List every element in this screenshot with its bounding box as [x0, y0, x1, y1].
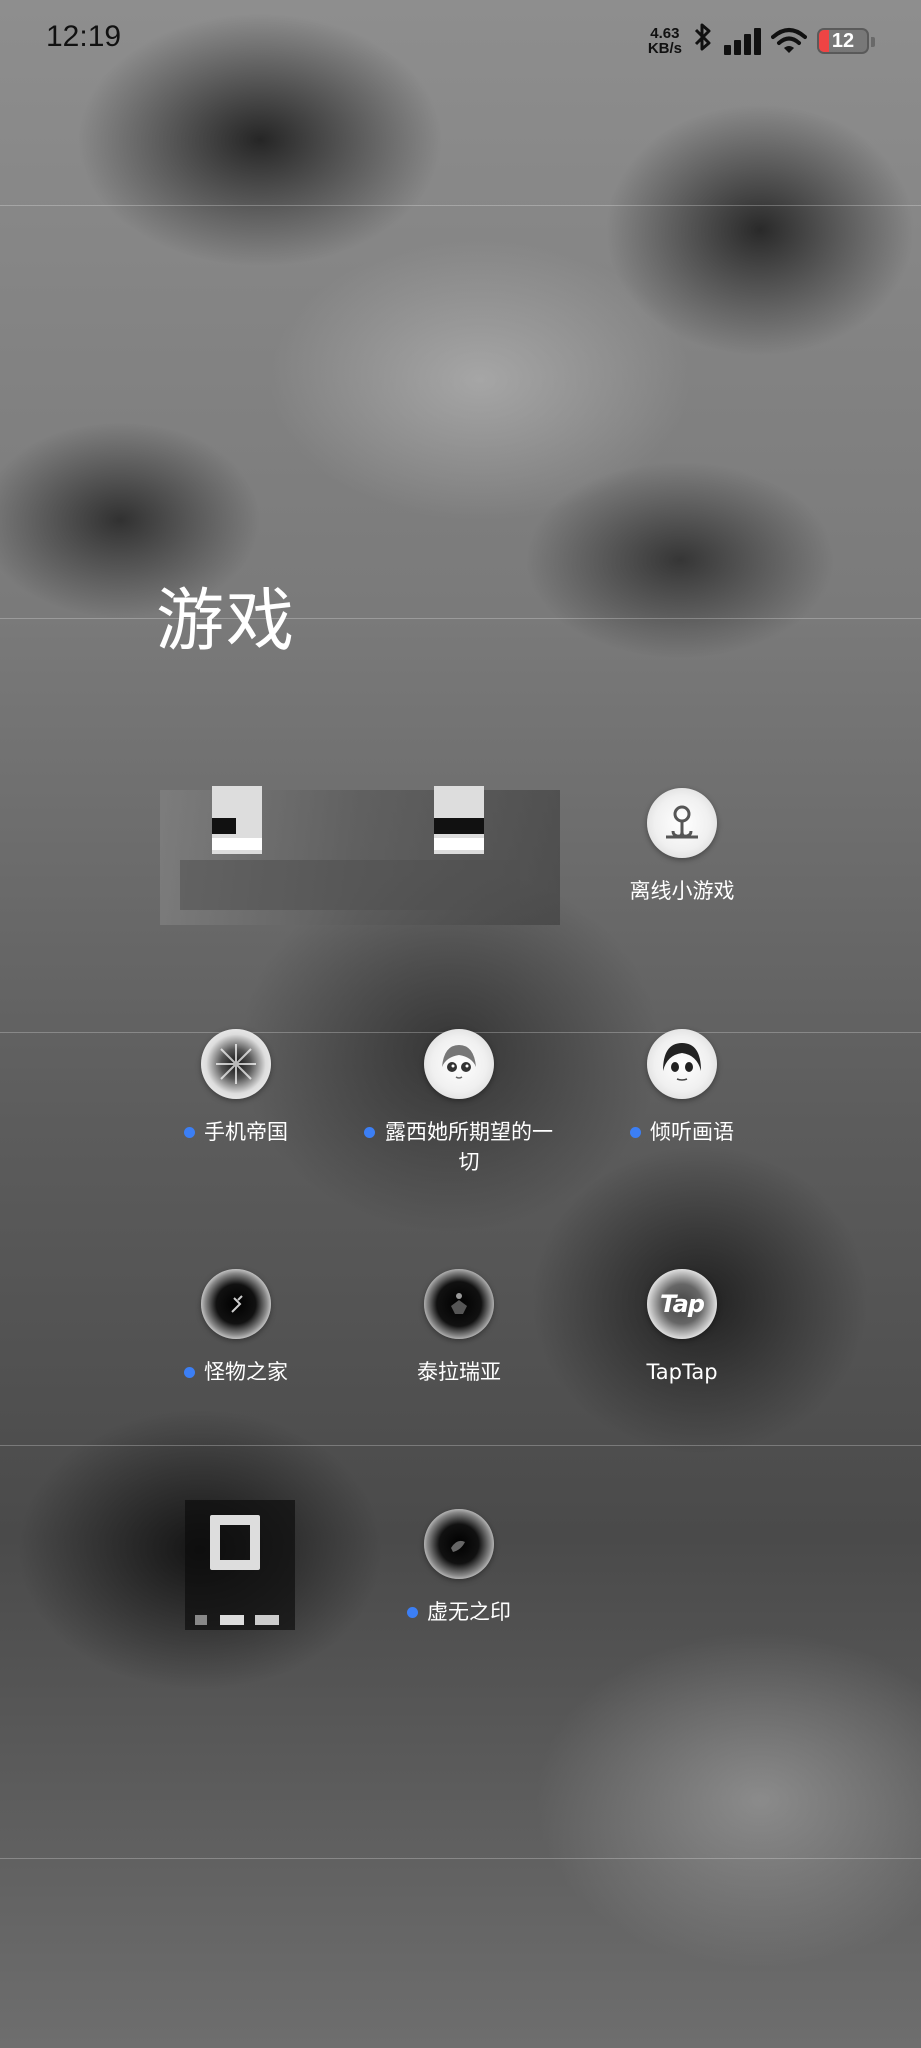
app-label-text: 离线小游戏	[629, 879, 735, 903]
app-mobile-empire[interactable]: 手机帝国	[125, 1029, 347, 1147]
app-taptap[interactable]: Tap TapTap	[571, 1269, 793, 1387]
mobile-empire-icon	[201, 1029, 271, 1099]
divider	[0, 1445, 921, 1446]
app-label-text: TapTap	[646, 1360, 718, 1384]
void-seal-icon	[424, 1509, 494, 1579]
divider	[0, 618, 921, 619]
folder-title: 游戏	[156, 582, 297, 661]
divider	[0, 1858, 921, 1859]
app-label: 虚无之印	[407, 1597, 511, 1627]
bluetooth-icon	[692, 22, 714, 59]
app-label-text: 怪物之家	[204, 1360, 288, 1384]
battery-level: 12	[831, 29, 855, 52]
new-indicator-dot	[184, 1367, 195, 1378]
battery-icon: 12	[817, 27, 875, 54]
new-indicator-dot	[364, 1127, 375, 1138]
app-void-seal[interactable]: 虚无之印	[348, 1509, 570, 1627]
app-label-text: 虚无之印	[427, 1600, 511, 1624]
app-label-text: 倾听画语	[650, 1120, 734, 1144]
new-indicator-dot	[630, 1127, 641, 1138]
app-listen-painting[interactable]: 倾听画语	[571, 1029, 793, 1147]
app-label: 泰拉瑞亚	[417, 1357, 501, 1387]
status-time: 12:19	[46, 20, 122, 53]
app-terraria[interactable]: 泰拉瑞亚	[348, 1269, 570, 1387]
app-label: 倾听画语	[630, 1117, 734, 1147]
app-offline-games[interactable]: 离线小游戏	[571, 788, 793, 906]
divider	[0, 205, 921, 206]
app-label-text: 露西她所期望的一切	[385, 1120, 553, 1174]
taptap-icon: Tap	[647, 1269, 717, 1339]
monster-home-icon	[201, 1269, 271, 1339]
network-speed-unit: KB/s	[647, 39, 682, 57]
app-label: 离线小游戏	[630, 876, 735, 906]
app-label: 怪物之家	[184, 1357, 288, 1387]
new-indicator-dot	[184, 1127, 195, 1138]
app-label-text: 手机帝国	[204, 1120, 288, 1144]
status-icons: 4.63 KB/s 12	[648, 22, 875, 59]
redacted-widget[interactable]	[160, 770, 560, 945]
app-monster-home[interactable]: 怪物之家	[125, 1269, 347, 1387]
offline-games-icon	[647, 788, 717, 858]
app-label: TapTap	[646, 1357, 717, 1387]
redacted-app[interactable]	[185, 1500, 295, 1630]
app-label-text: 泰拉瑞亚	[417, 1360, 501, 1384]
signal-icon	[724, 27, 761, 55]
app-lucy[interactable]: 露西她所期望的一切	[348, 1029, 570, 1177]
wifi-icon	[771, 27, 807, 55]
new-indicator-dot	[407, 1607, 418, 1618]
listen-painting-icon	[647, 1029, 717, 1099]
app-label: 手机帝国	[184, 1117, 288, 1147]
network-speed-value: 4.63	[650, 24, 680, 42]
network-speed: 4.63 KB/s	[648, 26, 682, 56]
status-bar: 12:19 4.63 KB/s 12	[0, 0, 921, 80]
lucy-icon	[424, 1029, 494, 1099]
app-label: 露西她所期望的一切	[364, 1117, 554, 1177]
terraria-icon	[424, 1269, 494, 1339]
